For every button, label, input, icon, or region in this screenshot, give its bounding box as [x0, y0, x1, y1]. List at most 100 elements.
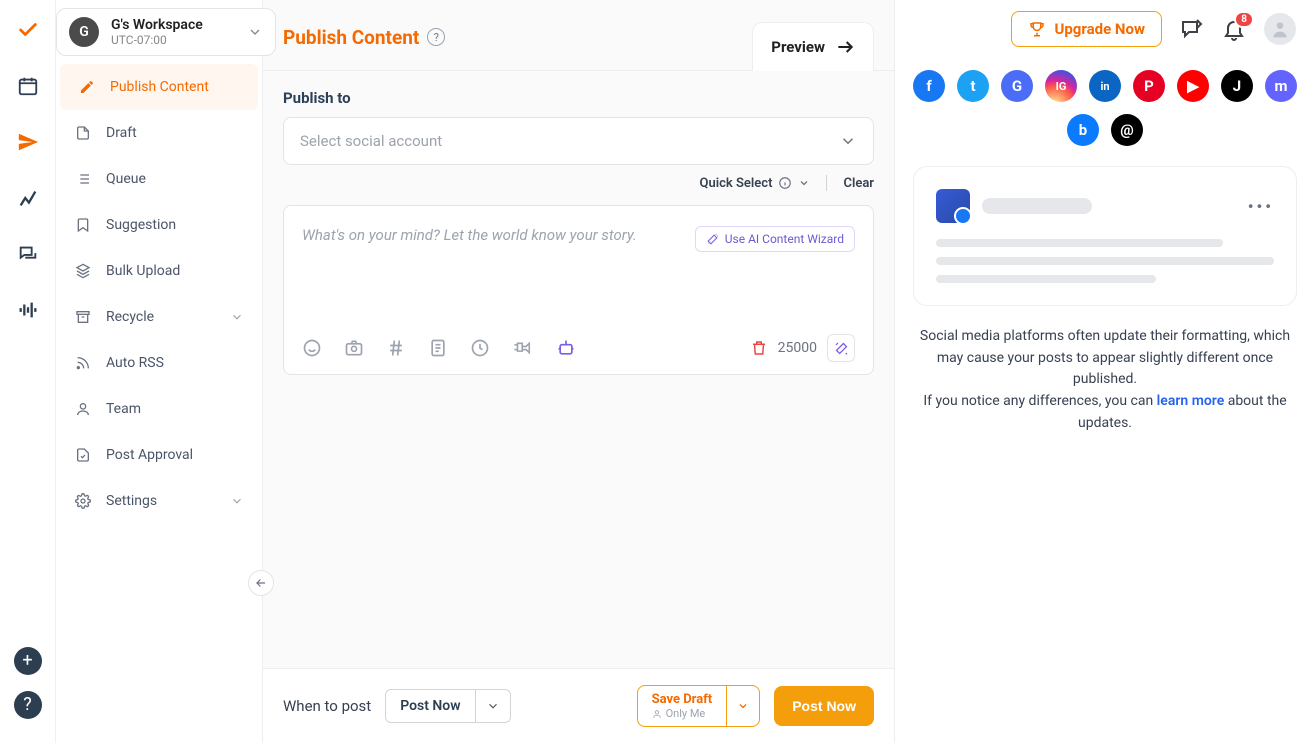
template-icon[interactable]	[428, 338, 448, 358]
robot-icon[interactable]	[556, 338, 576, 358]
chevron-down-icon	[798, 177, 810, 189]
list-icon	[74, 170, 92, 188]
content-editor[interactable]: What's on your mind? Let the world know …	[283, 205, 874, 375]
when-to-post-label: When to post	[283, 697, 371, 715]
clock-icon[interactable]	[470, 338, 490, 358]
sidebar-item-publish-content[interactable]: Publish Content	[60, 64, 258, 110]
skeleton-line	[936, 275, 1156, 283]
sidebar-item-label: Bulk Upload	[106, 263, 180, 279]
chevron-down-icon	[230, 310, 244, 324]
social-linkedin-icon[interactable]: in	[1089, 70, 1121, 102]
preview-panel: ftG IG in P ▶ Jm b @ ••• Social media platforms…	[895, 0, 1315, 743]
sidebar-item-post-approval[interactable]: Post Approval	[56, 432, 262, 478]
help-button[interactable]: ?	[14, 691, 42, 719]
magic-wand-button[interactable]	[827, 334, 855, 362]
learn-more-link[interactable]: learn more	[1157, 393, 1225, 409]
social-bluesky-icon[interactable]: b	[1067, 114, 1099, 146]
topbar: Upgrade Now 8	[993, 0, 1314, 58]
save-draft-button[interactable]: Save Draft Only Me	[637, 685, 761, 727]
rss-icon	[74, 354, 92, 372]
select-social-account[interactable]: Select social account	[283, 117, 874, 165]
sidebar-item-label: Queue	[106, 171, 146, 187]
ai-wizard-button[interactable]: Use AI Content Wizard	[695, 226, 855, 252]
preview-network-icon	[936, 189, 970, 223]
preview-note: Social media platforms often update thei…	[913, 326, 1297, 434]
social-pinterest-icon[interactable]: P	[1133, 70, 1165, 102]
sidebar-item-label: Publish Content	[110, 79, 209, 95]
workspace-picker[interactable]: G G's Workspace UTC-07:00	[56, 8, 276, 56]
upgrade-button[interactable]: Upgrade Now	[1011, 11, 1162, 47]
workspace-timezone: UTC-07:00	[111, 33, 235, 47]
skeleton-line	[936, 257, 1274, 265]
skeleton-line	[982, 198, 1092, 214]
emoji-icon[interactable]	[302, 338, 322, 358]
audio-icon[interactable]	[10, 292, 46, 328]
sidebar-item-label: Settings	[106, 493, 157, 509]
help-icon[interactable]: ?	[427, 28, 445, 46]
skeleton-line	[936, 239, 1223, 247]
hashtag-icon[interactable]	[386, 338, 406, 358]
sidebar-item-draft[interactable]: Draft	[56, 110, 262, 156]
social-google-icon[interactable]: G	[1001, 70, 1033, 102]
archive-icon	[74, 308, 92, 326]
chevron-down-icon	[247, 24, 263, 40]
sidebar-item-label: Recycle	[106, 309, 154, 325]
sidebar-item-auto-rss[interactable]: Auto RSS	[56, 340, 262, 386]
preview-tab[interactable]: Preview	[752, 22, 874, 71]
wand-icon	[706, 233, 719, 246]
sidebar-item-recycle[interactable]: Recycle	[56, 294, 262, 340]
when-value: Post Now	[386, 690, 474, 722]
social-facebook-icon[interactable]: f	[913, 70, 945, 102]
user-avatar[interactable]	[1264, 13, 1296, 45]
add-button[interactable]: +	[14, 647, 42, 675]
plugin-icon[interactable]	[512, 338, 534, 358]
chevron-down-icon[interactable]	[475, 690, 510, 722]
trophy-icon	[1028, 20, 1046, 38]
pencil-icon	[78, 78, 96, 96]
sidebar-item-label: Post Approval	[106, 447, 193, 463]
camera-icon[interactable]	[344, 338, 364, 358]
collapse-sidebar-button[interactable]	[248, 570, 274, 596]
chevron-down-icon	[230, 494, 244, 508]
select-placeholder: Select social account	[300, 132, 442, 150]
sidebar-item-label: Auto RSS	[106, 355, 164, 371]
trash-icon[interactable]	[750, 339, 768, 357]
social-threads-icon[interactable]: @	[1111, 114, 1143, 146]
feedback-icon[interactable]	[1180, 17, 1204, 41]
more-icon[interactable]: •••	[1248, 197, 1274, 216]
upgrade-label: Upgrade Now	[1054, 20, 1145, 38]
workspace-name: G's Workspace	[111, 17, 235, 33]
post-now-button[interactable]: Post Now	[774, 686, 874, 726]
notifications-badge: 8	[1234, 11, 1254, 28]
social-youtube-icon[interactable]: ▶	[1177, 70, 1209, 102]
when-to-post-select[interactable]: Post Now	[385, 689, 510, 723]
quick-select-button[interactable]: Quick Select	[700, 176, 811, 191]
sidebar-item-label: Team	[106, 401, 141, 417]
bookmark-icon	[74, 216, 92, 234]
sidebar-item-bulk-upload[interactable]: Bulk Upload	[56, 248, 262, 294]
chat-icon[interactable]	[10, 236, 46, 272]
sidebar-item-queue[interactable]: Queue	[56, 156, 262, 202]
calendar-icon[interactable]	[10, 68, 46, 104]
notifications-icon[interactable]: 8	[1222, 17, 1246, 41]
post-preview-card: •••	[913, 166, 1297, 306]
logo-icon[interactable]	[10, 12, 46, 48]
social-twitter-icon[interactable]: t	[957, 70, 989, 102]
preview-label: Preview	[771, 38, 825, 56]
sidebar-item-settings[interactable]: Settings	[56, 478, 262, 524]
social-networks-row: ftG IG in P ▶ Jm b @	[913, 70, 1297, 146]
sidebar: G G's Workspace UTC-07:00 Publish Conten…	[56, 0, 262, 743]
editor-placeholder: What's on your mind? Let the world know …	[302, 226, 683, 244]
social-instagram-icon[interactable]: IG	[1045, 70, 1077, 102]
social-mastodon-icon[interactable]: m	[1265, 70, 1297, 102]
chevron-down-icon[interactable]	[726, 686, 759, 726]
sidebar-item-team[interactable]: Team	[56, 386, 262, 432]
social-tiktok-icon[interactable]: J	[1221, 70, 1253, 102]
file-icon	[74, 124, 92, 142]
page-header: Publish Content ? Preview	[263, 0, 894, 71]
publish-icon[interactable]	[10, 124, 46, 160]
stats-icon[interactable]	[10, 180, 46, 216]
sidebar-item-suggestion[interactable]: Suggestion	[56, 202, 262, 248]
clear-button[interactable]: Clear	[843, 176, 874, 191]
publish-to-label: Publish to	[283, 89, 874, 107]
